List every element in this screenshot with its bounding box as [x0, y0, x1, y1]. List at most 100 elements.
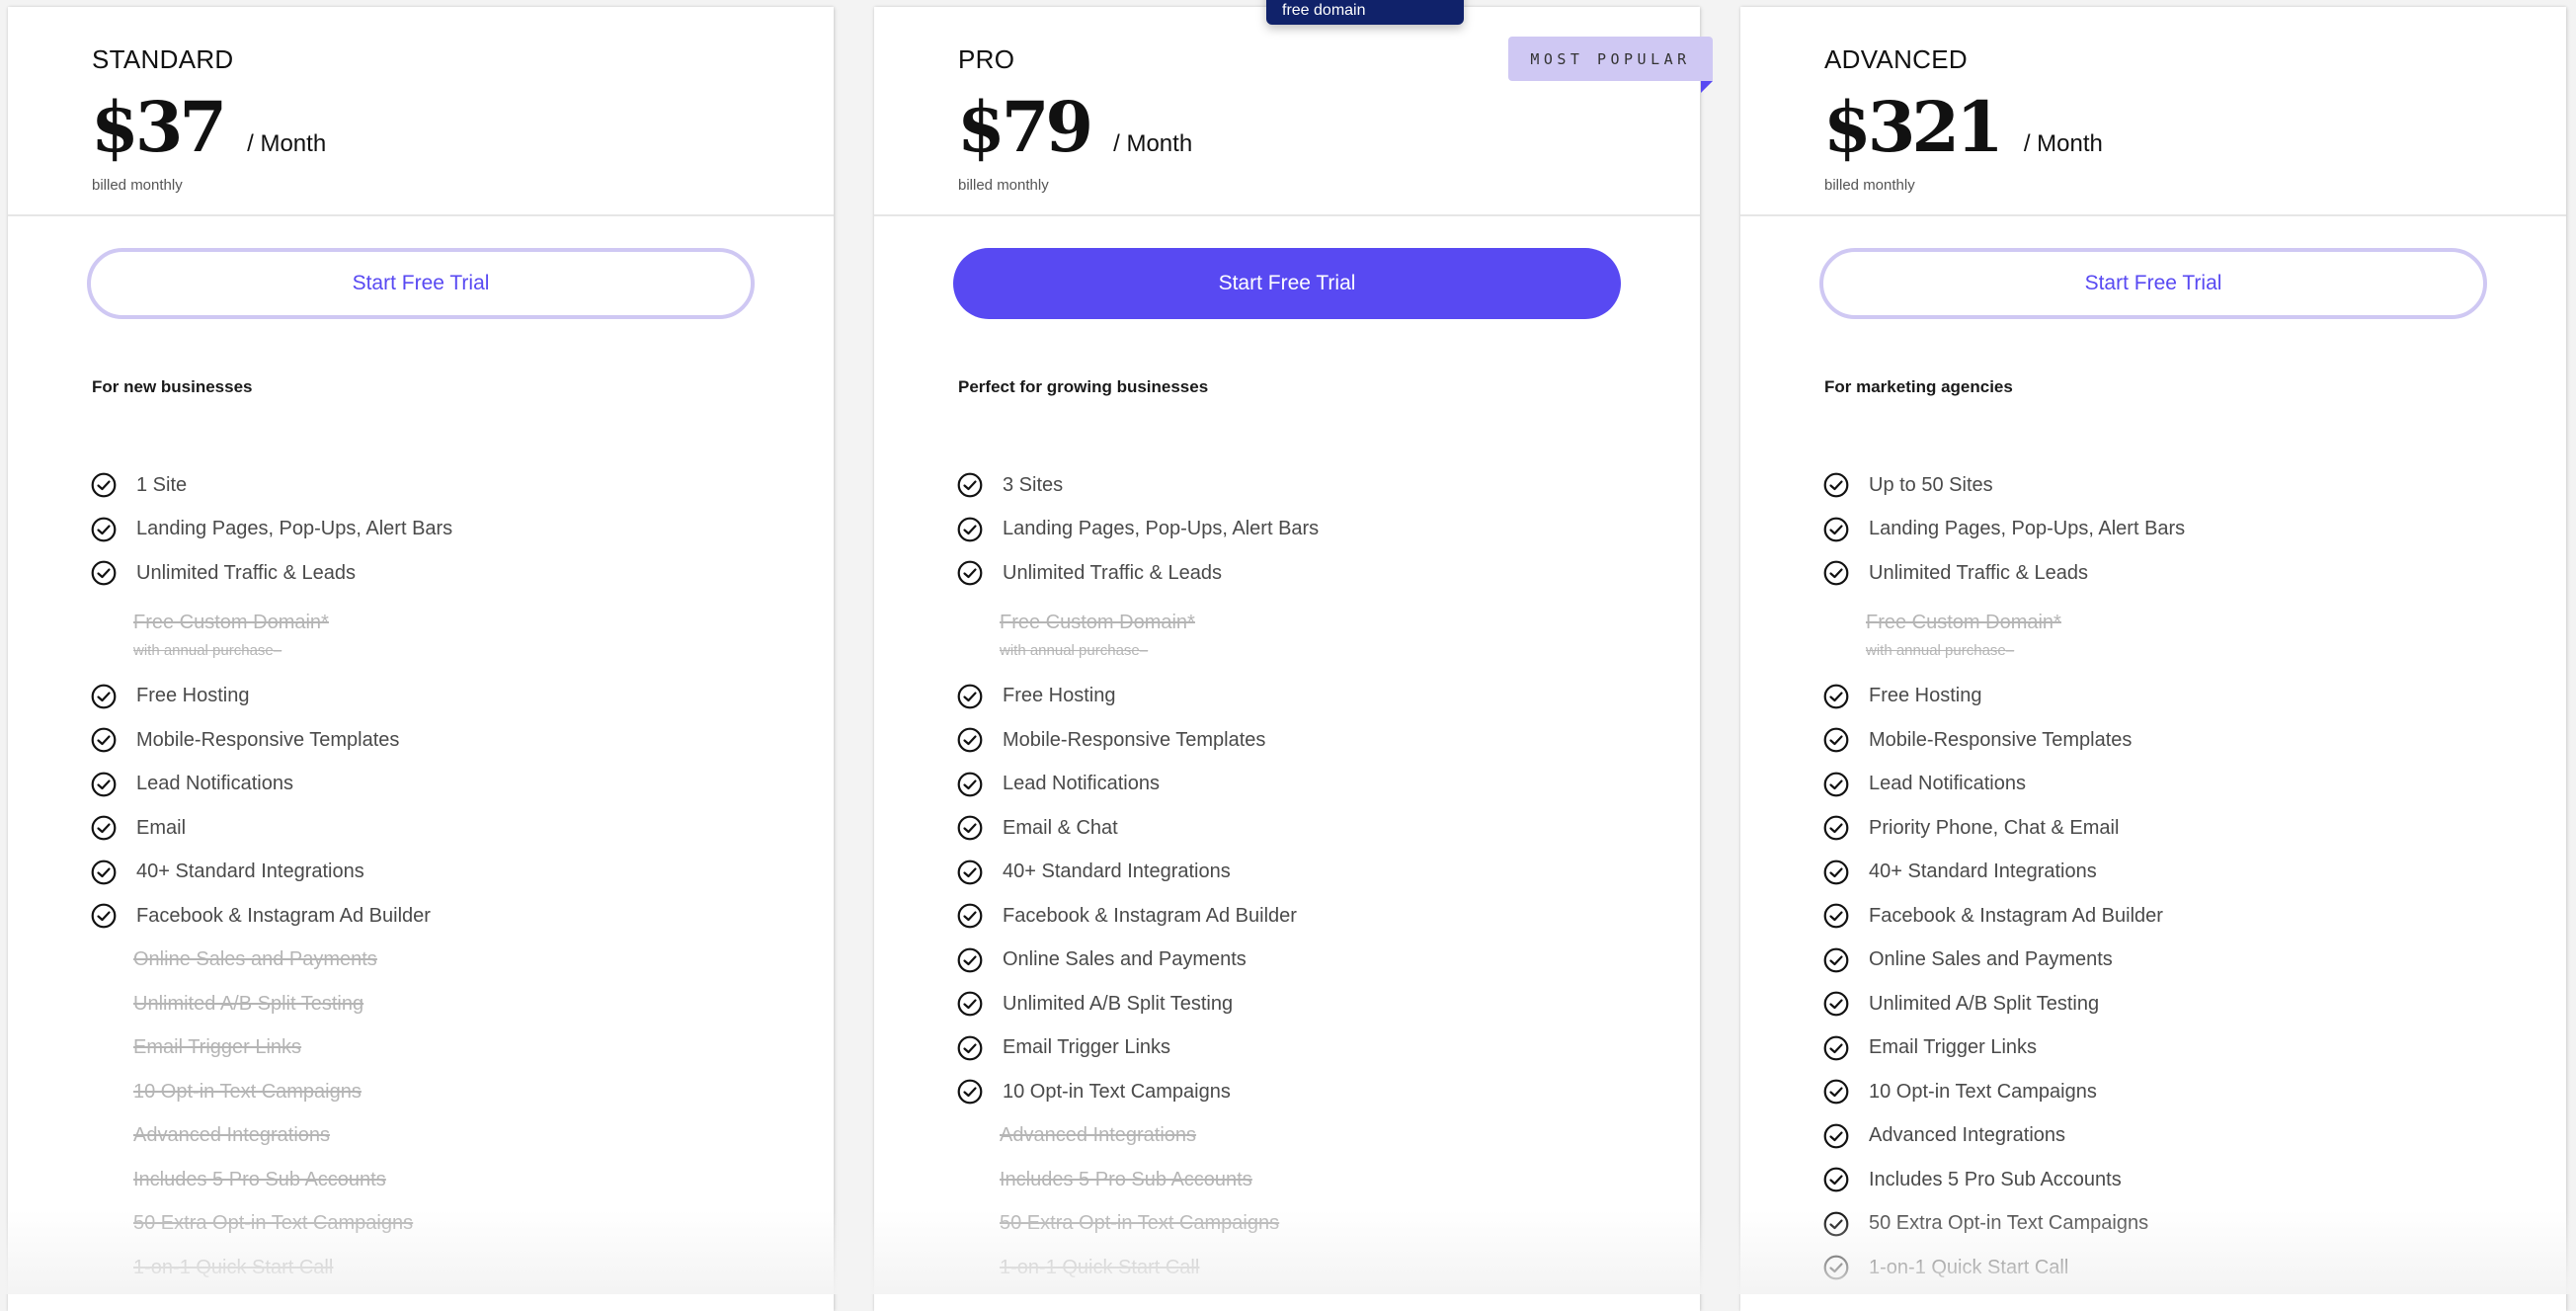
feature-label: 40+ Standard Integrations	[1869, 860, 2097, 883]
feature-item: 50 Extra Opt-in Text Campaigns	[1823, 1202, 2185, 1247]
check-circle-icon	[957, 772, 983, 797]
feature-item: Email Trigger Links	[1823, 1026, 2185, 1071]
price-row: $79 / Month	[957, 86, 1192, 168]
feature-item: 40+ Standard Integrations	[957, 851, 1319, 895]
check-circle-icon	[1823, 1035, 1849, 1061]
feature-item: Free Custom Domain* with annual purchase–	[957, 596, 1319, 675]
check-circle-icon	[1823, 991, 1849, 1017]
feature-item: 10 Opt-in Text Campaigns	[91, 1070, 452, 1114]
feature-label-unavailable: 50 Extra Opt-in Text Campaigns	[133, 1212, 414, 1235]
check-circle-icon	[91, 903, 117, 929]
feature-label: 40+ Standard Integrations	[1003, 860, 1231, 883]
feature-item: Landing Pages, Pop-Ups, Alert Bars	[957, 508, 1319, 552]
feature-label: Landing Pages, Pop-Ups, Alert Bars	[136, 518, 453, 540]
feature-item: Lead Notifications	[91, 763, 452, 807]
feature-label: 1-on-1 Quick Start Call	[1869, 1256, 2069, 1278]
check-circle-icon	[957, 472, 983, 498]
check-circle-icon	[957, 903, 983, 929]
feature-item: Includes 5 Pro Sub Accounts	[1823, 1158, 2185, 1202]
feature-label-unavailable: 1-on-1 Quick Start Call	[133, 1256, 334, 1278]
feature-label: Unlimited A/B Split Testing	[1003, 992, 1234, 1015]
check-circle-icon	[957, 727, 983, 753]
check-circle-icon	[91, 517, 117, 542]
feature-item: 40+ Standard Integrations	[91, 851, 452, 895]
feature-label: Advanced Integrations	[1869, 1124, 2066, 1147]
check-circle-icon	[1823, 1167, 1849, 1192]
feature-label-unavailable: Unlimited A/B Split Testing	[133, 992, 364, 1015]
feature-item: Lead Notifications	[1823, 763, 2185, 807]
feature-label: 10 Opt-in Text Campaigns	[1003, 1080, 1231, 1103]
plan-price: $79	[957, 86, 1093, 168]
feature-label-unavailable: Email Trigger Links	[133, 1036, 302, 1059]
feature-item: 3 Sites	[957, 463, 1319, 508]
feature-label: Up to 50 Sites	[1869, 473, 1993, 496]
check-circle-icon	[91, 860, 117, 885]
feature-label-unavailable: Online Sales and Payments	[133, 948, 377, 971]
check-circle-icon	[957, 560, 983, 586]
start-free-trial-button[interactable]: Start Free Trial	[953, 248, 1621, 319]
feature-item: Email & Chat	[957, 806, 1319, 851]
check-circle-icon	[1823, 472, 1849, 498]
feature-item: Facebook & Instagram Ad Builder	[91, 894, 452, 939]
feature-label-unavailable: Free Custom Domain*	[1000, 611, 1195, 633]
feature-list: Up to 50 Sites Landing Pages, Pop-Ups, Al…	[1823, 463, 2185, 1290]
feature-label: 50 Extra Opt-in Text Campaigns	[1869, 1212, 2149, 1235]
feature-item: Includes 5 Pro Sub Accounts	[957, 1158, 1319, 1202]
feature-item: Landing Pages, Pop-Ups, Alert Bars	[91, 508, 452, 552]
check-circle-icon	[1823, 815, 1849, 841]
check-circle-icon	[1823, 1123, 1849, 1149]
feature-sub-label: with annual purchase–	[1866, 641, 2015, 659]
feature-item: Facebook & Instagram Ad Builder	[957, 894, 1319, 939]
free-domain-tooltip: free domain	[1266, 0, 1464, 25]
feature-label: Landing Pages, Pop-Ups, Alert Bars	[1869, 518, 2186, 540]
check-circle-icon	[957, 1035, 983, 1061]
feature-label: Lead Notifications	[1869, 773, 2026, 795]
feature-item: Mobile-Responsive Templates	[957, 718, 1319, 763]
feature-label: Email Trigger Links	[1869, 1036, 2038, 1059]
plan-header: PRO $79 / Month billed monthly MOST POPU…	[874, 7, 1713, 216]
check-circle-icon	[91, 815, 117, 841]
plan-tagline: For marketing agencies	[1824, 377, 2013, 396]
check-circle-icon	[1823, 772, 1849, 797]
check-circle-icon	[1823, 903, 1849, 929]
check-circle-icon	[1823, 1211, 1849, 1237]
feature-item: Landing Pages, Pop-Ups, Alert Bars	[1823, 508, 2185, 552]
feature-label: Mobile-Responsive Templates	[1869, 728, 2133, 751]
billing-note: billed monthly	[958, 177, 1049, 194]
feature-label: Free Hosting	[1003, 685, 1116, 707]
feature-item: Advanced Integrations	[957, 1114, 1319, 1159]
feature-item: Email Trigger Links	[957, 1026, 1319, 1071]
feature-item: 10 Opt-in Text Campaigns	[957, 1070, 1319, 1114]
check-circle-icon	[957, 684, 983, 709]
feature-label: Facebook & Instagram Ad Builder	[1003, 904, 1297, 927]
plan-header: ADVANCED $321 / Month billed monthly	[1740, 7, 2566, 216]
check-circle-icon	[91, 560, 117, 586]
feature-item: Mobile-Responsive Templates	[1823, 718, 2185, 763]
feature-label: Email Trigger Links	[1003, 1036, 1171, 1059]
feature-item: Unlimited Traffic & Leads	[91, 551, 452, 596]
feature-item: Online Sales and Payments	[1823, 939, 2185, 983]
feature-label: Email & Chat	[1003, 816, 1118, 839]
feature-label: Lead Notifications	[1003, 773, 1160, 795]
feature-label-unavailable: Advanced Integrations	[1000, 1124, 1197, 1147]
feature-list: 3 Sites Landing Pages, Pop-Ups, Alert Bar…	[957, 463, 1319, 1290]
feature-item: Free Hosting	[91, 675, 452, 719]
feature-item: Facebook & Instagram Ad Builder	[1823, 894, 2185, 939]
billing-note: billed monthly	[92, 177, 183, 194]
start-free-trial-button[interactable]: Start Free Trial	[1819, 248, 2487, 319]
feature-item: 10 Opt-in Text Campaigns	[1823, 1070, 2185, 1114]
feature-item: 1-on-1 Quick Start Call	[957, 1246, 1319, 1290]
plan-card-advanced: ADVANCED $321 / Month billed monthly Sta…	[1740, 7, 2566, 1311]
feature-label: Facebook & Instagram Ad Builder	[136, 904, 431, 927]
feature-label: Free Hosting	[1869, 685, 1982, 707]
feature-label: Unlimited Traffic & Leads	[1003, 561, 1222, 584]
feature-label: Mobile-Responsive Templates	[136, 728, 400, 751]
feature-label-unavailable: 10 Opt-in Text Campaigns	[133, 1080, 362, 1103]
feature-label: Online Sales and Payments	[1869, 948, 2113, 971]
feature-item: Email Trigger Links	[91, 1026, 452, 1071]
feature-label: Landing Pages, Pop-Ups, Alert Bars	[1003, 518, 1320, 540]
start-free-trial-button[interactable]: Start Free Trial	[87, 248, 755, 319]
feature-list: 1 Site Landing Pages, Pop-Ups, Alert Bars…	[91, 463, 452, 1290]
check-circle-icon	[957, 517, 983, 542]
feature-item: 50 Extra Opt-in Text Campaigns	[957, 1202, 1319, 1247]
